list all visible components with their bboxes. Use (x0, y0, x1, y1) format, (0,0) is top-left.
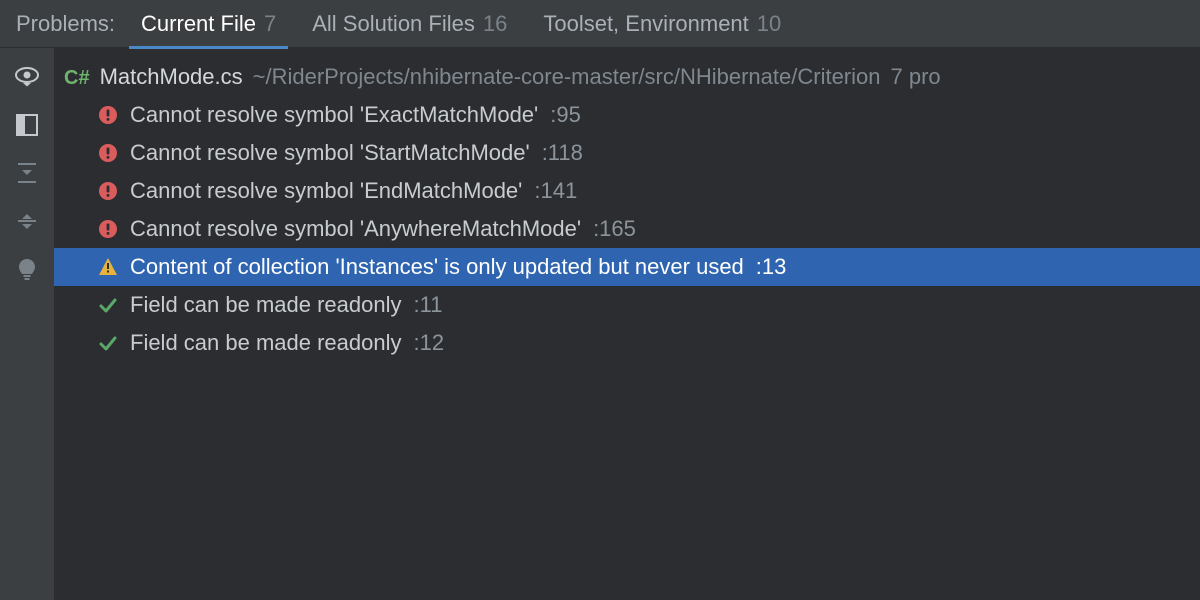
problems-gutter (0, 48, 54, 600)
issue-line: :12 (414, 330, 445, 356)
tab-label: Current File (141, 0, 256, 48)
issue-row[interactable]: Field can be made readonly :11 (54, 286, 1200, 324)
ok-checkmark-icon (98, 295, 118, 315)
expand-all-icon[interactable] (16, 162, 38, 184)
tab-all-solution-files[interactable]: All Solution Files 16 (294, 0, 525, 48)
issue-row[interactable]: Cannot resolve symbol 'ExactMatchMode' :9… (54, 96, 1200, 134)
issue-row[interactable]: Cannot resolve symbol 'StartMatchMode' :1… (54, 134, 1200, 172)
split-view-icon[interactable] (16, 114, 38, 136)
file-header[interactable]: C# MatchMode.cs ~/RiderProjects/nhiberna… (54, 64, 1200, 96)
issue-message: Cannot resolve symbol 'AnywhereMatchMode… (130, 216, 581, 242)
file-path: ~/RiderProjects/nhibernate-core-master/s… (253, 64, 881, 90)
tab-count: 16 (483, 0, 507, 48)
error-icon (98, 143, 118, 163)
tab-label: All Solution Files (312, 0, 475, 48)
error-icon (98, 105, 118, 125)
issue-list: Cannot resolve symbol 'ExactMatchMode' :9… (54, 96, 1200, 362)
warning-icon (98, 257, 118, 277)
ok-checkmark-icon (98, 333, 118, 353)
issue-line: :118 (542, 140, 583, 166)
eye-icon[interactable] (14, 66, 40, 88)
file-name: MatchMode.cs (100, 64, 243, 90)
csharp-file-icon: C# (64, 67, 90, 90)
issue-line: :141 (534, 178, 577, 204)
issue-row[interactable]: Field can be made readonly :12 (54, 324, 1200, 362)
collapse-all-icon[interactable] (16, 210, 38, 232)
issue-line: :165 (593, 216, 636, 242)
issue-line: :95 (550, 102, 581, 128)
problems-count-suffix: 7 pro (891, 64, 941, 90)
tab-count: 7 (264, 0, 276, 48)
issue-message: Cannot resolve symbol 'EndMatchMode' (130, 178, 522, 204)
issue-message: Content of collection 'Instances' is onl… (130, 254, 744, 280)
issue-message: Field can be made readonly (130, 330, 402, 356)
intention-bulb-icon[interactable] (17, 258, 37, 282)
issue-row[interactable]: Content of collection 'Instances' is onl… (54, 248, 1200, 286)
problems-panel-body: C# MatchMode.cs ~/RiderProjects/nhiberna… (0, 48, 1200, 600)
problems-label: Problems: (12, 0, 123, 48)
tab-toolset-environment[interactable]: Toolset, Environment 10 (525, 0, 799, 48)
tab-count: 10 (757, 0, 781, 48)
problems-content: C# MatchMode.cs ~/RiderProjects/nhiberna… (54, 48, 1200, 600)
problems-tabbar: Problems: Current File 7 All Solution Fi… (0, 0, 1200, 48)
issue-message: Field can be made readonly (130, 292, 402, 318)
issue-row[interactable]: Cannot resolve symbol 'EndMatchMode' :141 (54, 172, 1200, 210)
issue-message: Cannot resolve symbol 'StartMatchMode' (130, 140, 530, 166)
issue-line: :13 (756, 254, 787, 280)
issue-row[interactable]: Cannot resolve symbol 'AnywhereMatchMode… (54, 210, 1200, 248)
error-icon (98, 219, 118, 239)
issue-message: Cannot resolve symbol 'ExactMatchMode' (130, 102, 538, 128)
tab-label: Toolset, Environment (543, 0, 748, 48)
issue-line: :11 (414, 292, 443, 318)
error-icon (98, 181, 118, 201)
tab-current-file[interactable]: Current File 7 (123, 0, 294, 48)
